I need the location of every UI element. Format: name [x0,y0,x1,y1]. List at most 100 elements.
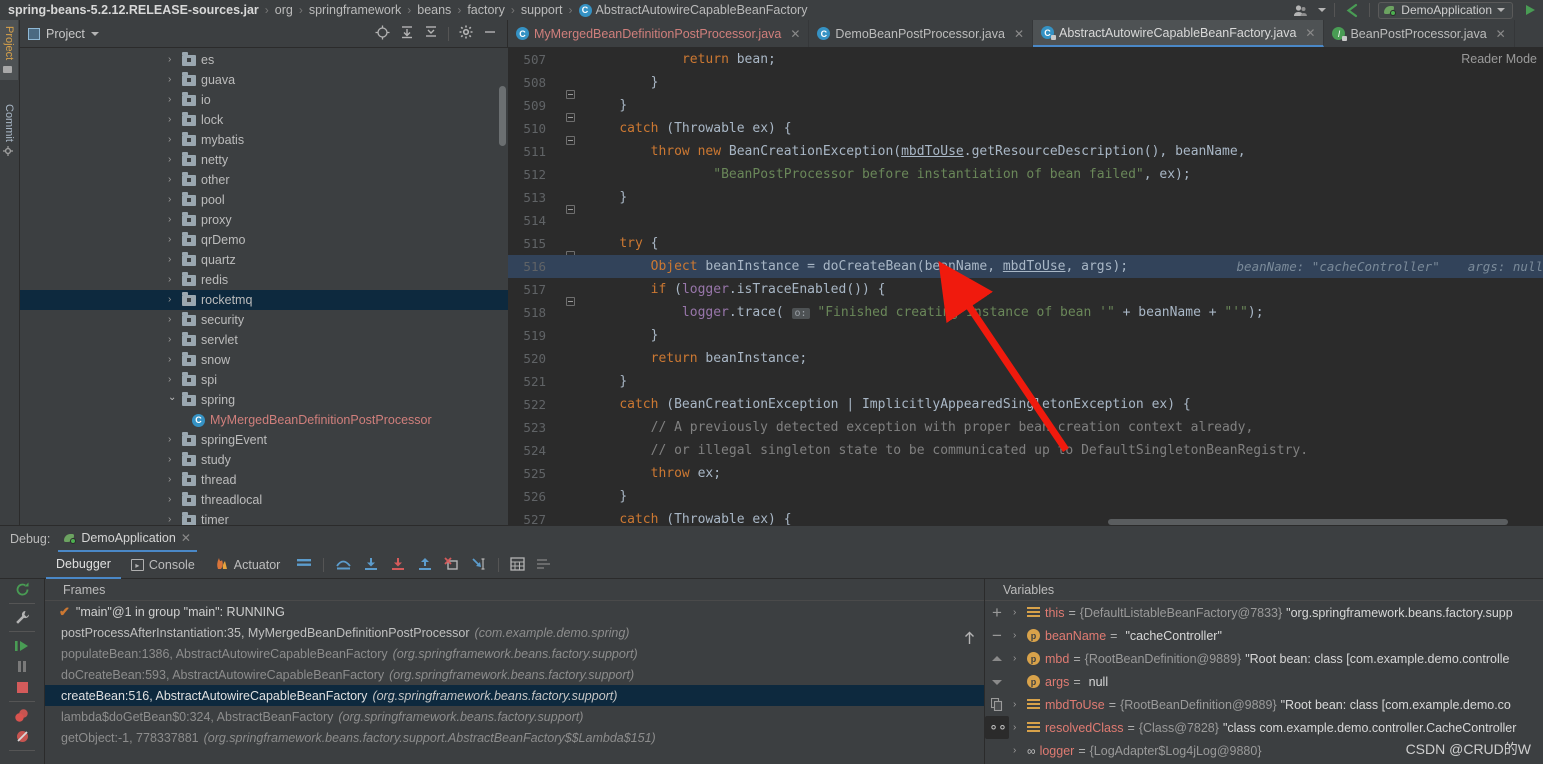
line-number[interactable]: 521 [508,370,554,393]
breadcrumb-class[interactable]: AbstractAutowireCapableBeanFactory [596,3,808,17]
tree-node-mybatis[interactable]: › mybatis [20,130,508,150]
line-number[interactable]: 507 [508,48,554,71]
tree-node-other[interactable]: › other [20,170,508,190]
reader-mode-label[interactable]: Reader Mode [1461,52,1537,66]
tree-node-lock[interactable]: › lock [20,110,508,130]
chevron-down-icon[interactable]: ⌄ [168,392,178,403]
rerun-icon[interactable] [0,579,45,600]
code-line-521[interactable]: 521 } [508,370,1543,393]
code-line-510[interactable]: 510 catch (Throwable ex) { [508,117,1543,145]
line-number[interactable]: 518 [508,301,554,324]
watches-icon[interactable]: ⚬⚬ [985,716,1009,739]
code-line-509[interactable]: 509 } [508,94,1543,122]
expand-all-icon[interactable] [400,25,414,42]
tree-node-springevent[interactable]: › springEvent [20,430,508,450]
frame-row[interactable]: populateBean:1386, AbstractAutowireCapab… [45,643,984,664]
tree-node-rocketmq[interactable]: › rocketmq [20,290,508,310]
tree-node-threadlocal[interactable]: › threadlocal [20,490,508,510]
add-icon[interactable]: + [985,601,1009,624]
chevron-right-icon[interactable]: › [168,275,178,285]
variable-row[interactable]: › p beanName = "cacheController" [1009,624,1543,647]
line-number[interactable]: 524 [508,439,554,462]
variable-row[interactable]: p args = null [1009,670,1543,693]
up-arrow-icon[interactable] [958,627,980,649]
frames-list[interactable]: ✔ "main"@1 in group "main": RUNNING post… [45,601,984,748]
code-line-512[interactable]: 512 "BeanPostProcessor before instantiat… [508,163,1543,186]
mute-breakpoints-icon[interactable] [0,726,45,747]
code-line-515[interactable]: 515 try { [508,232,1543,260]
editor-tab-3[interactable]: I BeanPostProcessor.java ✕ [1324,20,1515,47]
force-step-into-icon[interactable] [390,557,406,574]
chevron-down-icon[interactable] [90,31,99,36]
resume-program-icon[interactable] [0,635,45,656]
collapse-all-icon[interactable] [424,25,438,42]
tab-console[interactable]: ▸ Console [121,552,205,579]
line-number[interactable]: 516 [508,255,554,278]
chevron-right-icon[interactable]: › [1013,607,1027,618]
chevron-right-icon[interactable]: › [1013,722,1027,733]
chevron-right-icon[interactable]: › [168,375,178,385]
close-icon[interactable]: ✕ [1014,27,1024,41]
code-line-525[interactable]: 525 throw ex; [508,462,1543,485]
editor-tab-1[interactable]: C DemoBeanPostProcessor.java ✕ [809,20,1034,47]
tree-node-redis[interactable]: › redis [20,270,508,290]
run-configuration-selector[interactable]: DemoApplication [1378,1,1513,19]
breadcrumb-support[interactable]: support [521,3,563,17]
tree-node-snow[interactable]: › snow [20,350,508,370]
step-into-icon[interactable] [363,557,379,574]
frame-row[interactable]: postProcessAfterInstantiation:35, MyMerg… [45,622,984,643]
code-line-522[interactable]: 522 catch (BeanCreationException | Impli… [508,393,1543,416]
down-icon[interactable] [985,670,1009,693]
breadcrumb-springframework[interactable]: springframework [309,3,401,17]
line-number[interactable]: 509 [508,94,554,117]
tree-node-security[interactable]: › security [20,310,508,330]
up-icon[interactable] [985,647,1009,670]
line-number[interactable]: 515 [508,232,554,255]
chevron-right-icon[interactable]: › [168,315,178,325]
chevron-right-icon[interactable]: › [168,195,178,205]
line-number[interactable]: 522 [508,393,554,416]
editor-tab-0[interactable]: C MyMergedBeanDefinitionPostProcessor.jav… [508,20,810,47]
tree-node-es[interactable]: › es [20,50,508,70]
variable-row[interactable]: › resolvedClass = {Class@7828} "class com.ex… [1009,716,1543,739]
code-line-519[interactable]: 519 } [508,324,1543,347]
tree-node-quartz[interactable]: › quartz [20,250,508,270]
breadcrumb-org[interactable]: org [275,3,293,17]
user-icon[interactable] [1292,2,1310,18]
chevron-right-icon[interactable]: › [168,455,178,465]
chevron-right-icon[interactable]: › [1013,699,1027,710]
code-line-517[interactable]: 517 if (logger.isTraceEnabled()) { [508,278,1543,306]
project-tree-scrollbar[interactable] [499,86,506,146]
tree-node-mymergedbeandefinitionpostprocessor[interactable]: C MyMergedBeanDefinitionPostProcessor [20,410,508,430]
chevron-right-icon[interactable]: › [168,255,178,265]
thread-row[interactable]: ✔ "main"@1 in group "main": RUNNING [45,601,984,622]
code-line-516[interactable]: 516 Object beanInstance = doCreateBean(b… [508,255,1543,278]
chevron-right-icon[interactable]: › [168,335,178,345]
tree-node-study[interactable]: › study [20,450,508,470]
chevron-right-icon[interactable]: › [168,155,178,165]
chevron-right-icon[interactable]: › [168,215,178,225]
tree-node-qrdemo[interactable]: › qrDemo [20,230,508,250]
breadcrumb-jar[interactable]: spring-beans-5.2.12.RELEASE-sources.jar [8,3,259,17]
copy-icon[interactable] [985,693,1009,716]
variables-list[interactable]: › this = {DefaultListableBeanFactory@7833} "… [1009,601,1543,762]
chevron-right-icon[interactable]: › [168,295,178,305]
code-line-526[interactable]: 526 } [508,485,1543,508]
tree-node-pool[interactable]: › pool [20,190,508,210]
code-line-513[interactable]: 513 } [508,186,1543,214]
code-line-520[interactable]: 520 return beanInstance; [508,347,1543,370]
chevron-right-icon[interactable]: › [168,115,178,125]
layout-icon[interactable] [296,557,312,573]
debug-session-tab[interactable]: DemoApplication ✕ [58,526,197,552]
step-over-icon[interactable] [335,557,352,574]
run-to-cursor-icon[interactable] [471,557,487,574]
line-number[interactable]: 520 [508,347,554,370]
chevron-right-icon[interactable]: › [1013,745,1027,756]
line-number[interactable]: 527 [508,508,554,525]
chevron-right-icon[interactable]: › [168,135,178,145]
frame-row[interactable]: createBean:516, AbstractAutowireCapableB… [45,685,984,706]
code-editor[interactable]: Reader Mode 507 return bean; 508 } 509 } 51… [508,48,1543,525]
tree-node-timer[interactable]: › timer [20,510,508,525]
close-icon[interactable]: ✕ [790,27,800,41]
code-line-523[interactable]: 523 // A previously detected exception w… [508,416,1543,439]
